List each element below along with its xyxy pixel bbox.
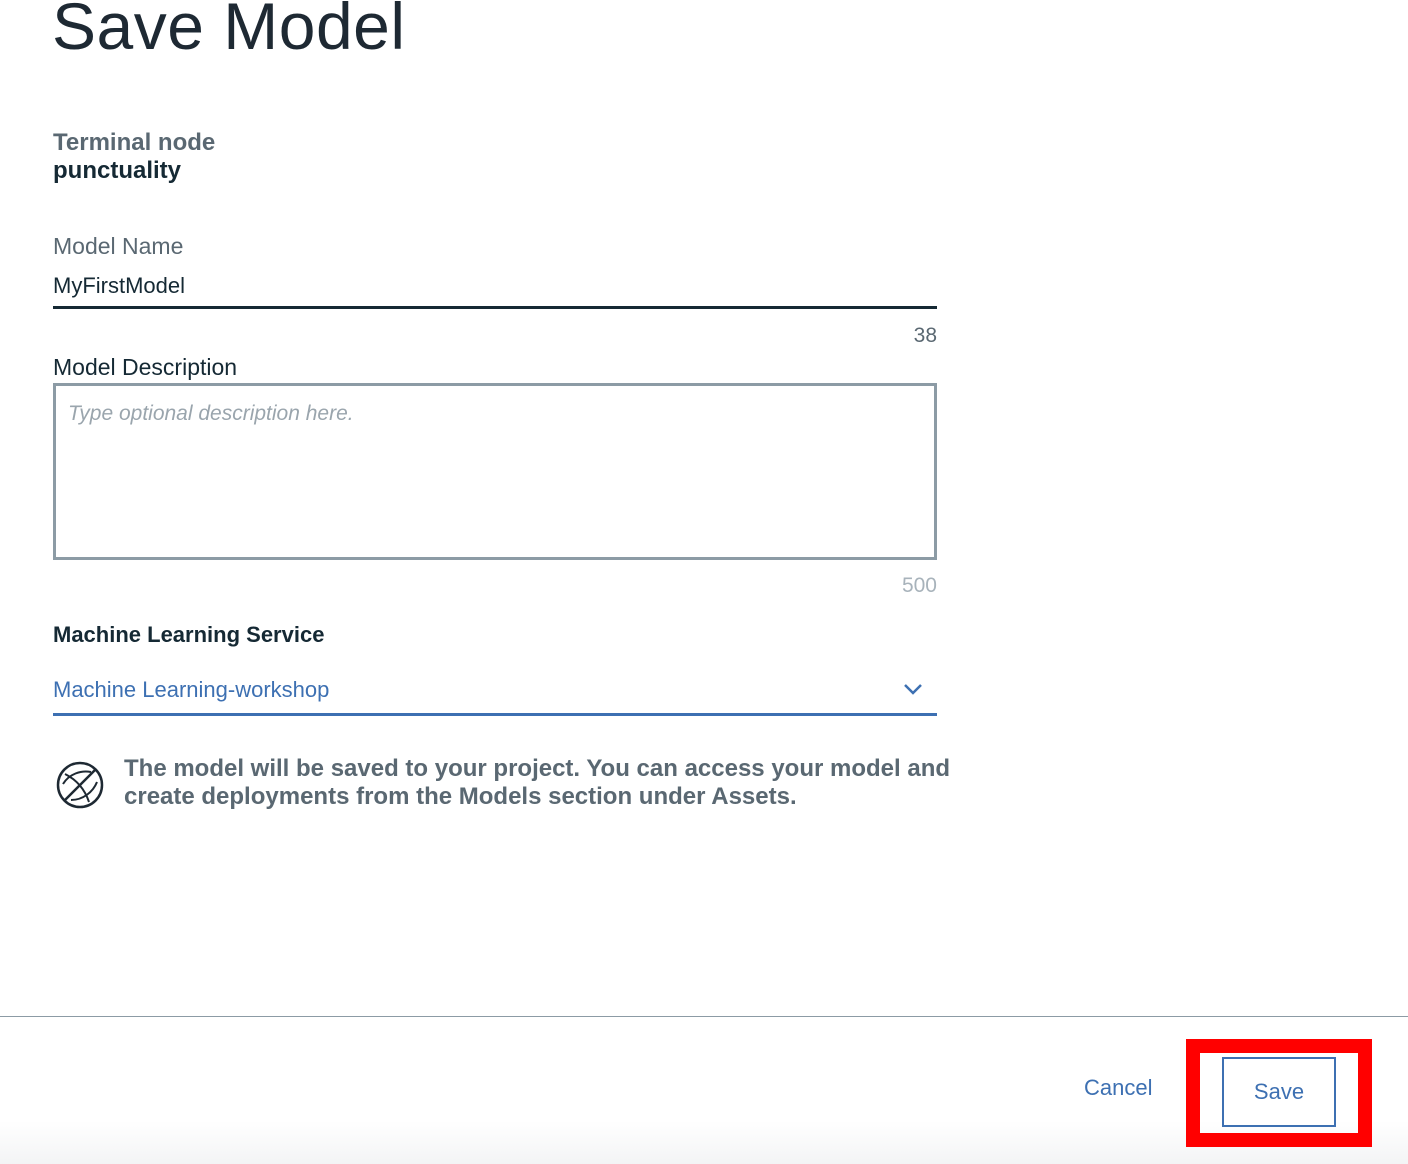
model-name-label: Model Name (53, 233, 184, 259)
page-title: Save Model (52, 0, 406, 63)
model-description-label: Model Description (53, 354, 238, 380)
terminal-node-label: Terminal node (53, 129, 216, 156)
ml-service-selected-value: Machine Learning-workshop (53, 677, 330, 702)
cancel-button[interactable]: Cancel (1076, 1073, 1160, 1103)
ml-service-label: Machine Learning Service (53, 622, 325, 647)
model-description-char-counter: 500 (901, 574, 937, 597)
model-name-char-counter: 38 (913, 324, 937, 347)
globe-icon (56, 761, 104, 809)
save-model-dialog: Save Model Terminal node punctuality Mod… (0, 0, 1408, 1164)
model-description-textarea[interactable] (53, 383, 937, 560)
dialog-footer: Cancel Save (0, 1016, 1408, 1164)
model-name-input[interactable] (53, 266, 937, 309)
ml-service-dropdown[interactable]: Machine Learning-workshop (53, 668, 937, 716)
chevron-down-icon (904, 684, 922, 695)
info-message: The model will be saved to your project.… (124, 755, 951, 810)
terminal-node-value: punctuality (53, 157, 182, 184)
save-button[interactable]: Save (1222, 1057, 1336, 1127)
